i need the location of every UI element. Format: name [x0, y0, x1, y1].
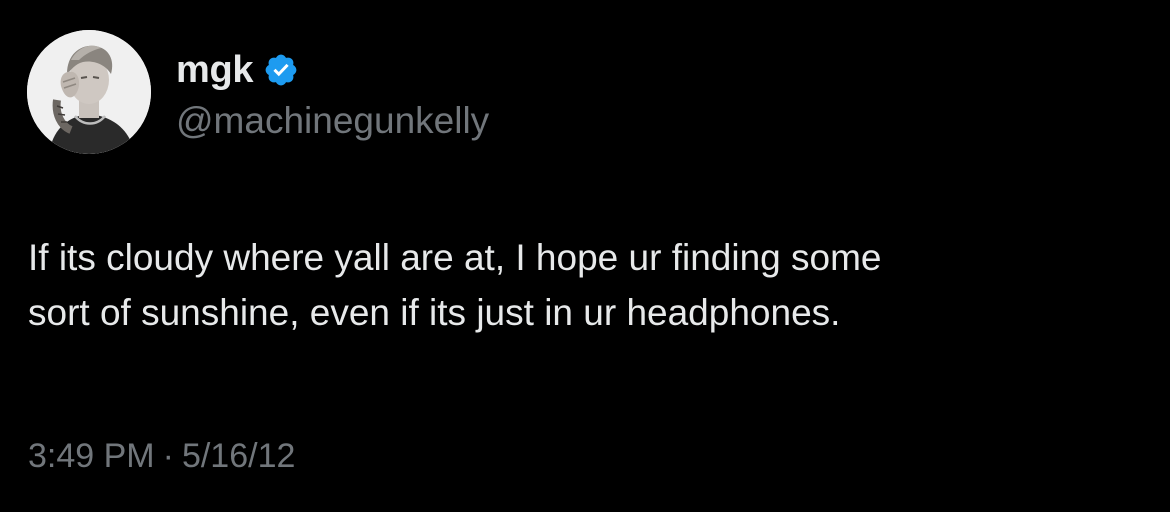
verified-badge-icon — [263, 52, 299, 88]
tweet: mgk @machinegunkelly If its cloudy where… — [0, 0, 1170, 512]
tweet-text: If its cloudy where yall are at, I hope … — [28, 230, 1148, 340]
tweet-time[interactable]: 3:49 PM — [28, 437, 155, 476]
tweet-date[interactable]: 5/16/12 — [182, 437, 295, 476]
tweet-text-line: If its cloudy where yall are at, I hope … — [28, 237, 882, 278]
author-name-row: mgk — [176, 48, 299, 92]
display-name[interactable]: mgk — [176, 49, 254, 92]
avatar[interactable] — [27, 30, 151, 154]
meta-separator: · — [162, 437, 174, 475]
tweet-text-line: sort of sunshine, even if its just in ur… — [28, 292, 841, 333]
author-handle[interactable]: @machinegunkelly — [176, 100, 489, 142]
tweet-timestamp: 3:49 PM · 5/16/12 — [28, 437, 295, 476]
profile-photo-icon — [27, 30, 151, 154]
